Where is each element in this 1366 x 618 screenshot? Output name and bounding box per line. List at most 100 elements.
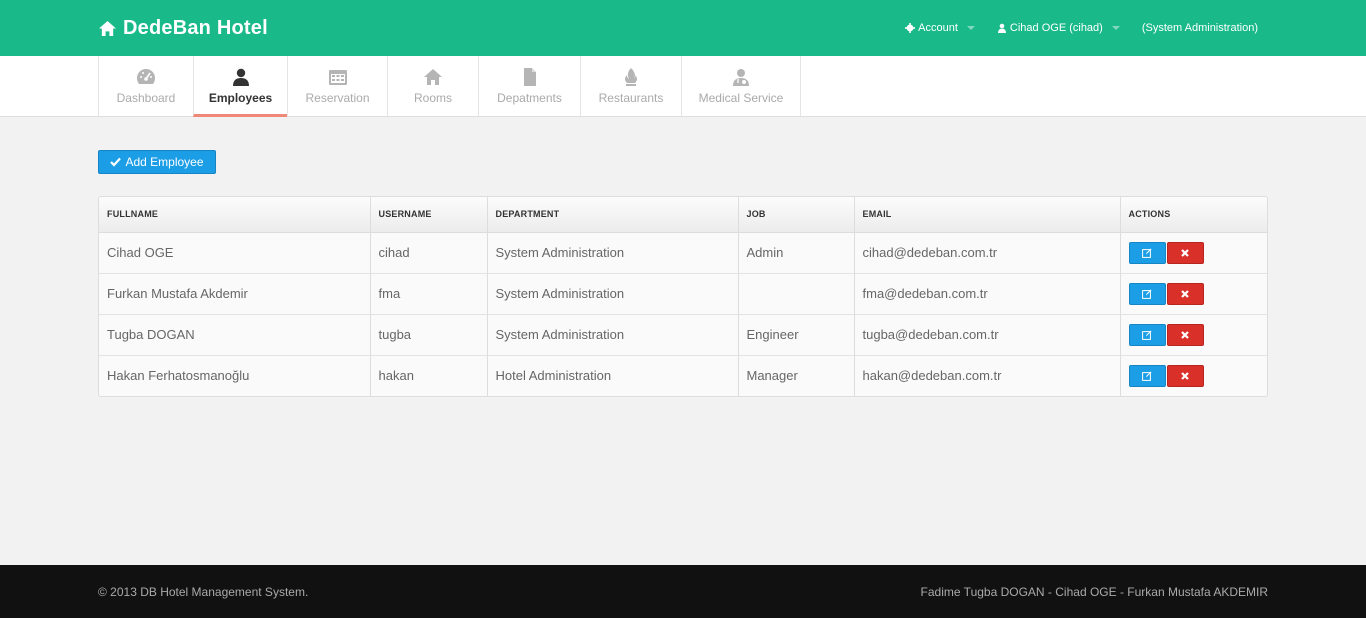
edit-icon <box>1142 371 1152 381</box>
cell-fullname: Tugba DOGAN <box>99 313 370 355</box>
user-menu-label: Cihad OGE (cihad) <box>1009 22 1103 34</box>
delete-button[interactable] <box>1166 241 1204 264</box>
chevron-down-icon <box>1111 26 1120 30</box>
row-actions <box>1128 241 1268 264</box>
tab-departments[interactable]: Depatments <box>478 56 580 117</box>
role-text: (System Administration) <box>1141 22 1258 34</box>
add-employee-button[interactable]: Add Employee <box>98 150 216 174</box>
account-menu[interactable]: Account <box>905 22 975 34</box>
employees-table: FULLNAME USERNAME DEPARTMENT JOB EMAIL A… <box>98 196 1268 397</box>
edit-icon <box>1142 330 1152 340</box>
tab-label: Reservation <box>305 91 370 105</box>
footer-authors: Fadime Tugba DOGAN - Cihad OGE - Furkan … <box>920 585 1268 599</box>
gear-icon <box>905 23 916 33</box>
tab-medical-service[interactable]: Medical Service <box>681 56 801 117</box>
delete-button[interactable] <box>1166 323 1204 346</box>
tab-rooms[interactable]: Rooms <box>387 56 478 117</box>
column-header-department: DEPARTMENT <box>486 197 738 233</box>
close-icon <box>1181 371 1189 380</box>
cell-department: System Administration <box>486 272 738 314</box>
cell-fullname: Furkan Mustafa Akdemir <box>99 272 370 314</box>
table-row: Hakan Ferhatosmanoğlu hakan Hotel Admini… <box>99 354 1268 396</box>
tab-label: Employees <box>208 91 273 105</box>
close-icon <box>1181 289 1189 298</box>
tab-label: Rooms <box>413 91 452 105</box>
file-icon <box>523 68 536 86</box>
top-navbar: DedeBan Hotel Account Cihad OGE (cihad) … <box>0 0 1366 56</box>
page-footer: © 2013 DB Hotel Management System. Fadim… <box>0 565 1366 618</box>
cell-actions <box>1119 354 1268 396</box>
user-menu[interactable]: Cihad OGE (cihad) <box>997 22 1120 34</box>
column-header-email: EMAIL <box>853 197 1120 233</box>
edit-icon <box>1142 248 1152 258</box>
cell-job: Admin <box>737 232 854 273</box>
brand-title: DedeBan Hotel <box>123 16 268 39</box>
cell-job <box>737 272 854 314</box>
column-header-username: USERNAME <box>369 197 487 233</box>
edit-button[interactable] <box>1128 282 1166 305</box>
top-nav-menu: Account Cihad OGE (cihad) (System Admini… <box>905 19 1258 37</box>
cell-department: System Administration <box>486 232 738 273</box>
row-actions <box>1128 364 1268 387</box>
chevron-down-icon <box>966 26 975 30</box>
tab-employees[interactable]: Employees <box>193 56 287 117</box>
cell-email: fma@dedeban.com.tr <box>853 272 1120 314</box>
cell-fullname: Cihad OGE <box>107 245 174 260</box>
column-header-fullname: FULLNAME <box>99 197 370 233</box>
cell-email: tugba@dedeban.com.tr <box>853 313 1120 355</box>
table-row: Cihad OGE cihad System Administration Ad… <box>99 232 1267 273</box>
delete-button[interactable] <box>1166 364 1204 387</box>
cell-actions <box>1119 232 1268 273</box>
cell-username: fma <box>369 272 487 314</box>
cell-actions <box>1119 313 1268 355</box>
table-row: Tugba DOGAN tugba System Administration … <box>99 313 1268 355</box>
cell-department: System Administration <box>486 313 738 355</box>
row-actions <box>1128 323 1268 346</box>
fire-icon <box>625 68 637 86</box>
delete-button[interactable] <box>1166 282 1204 305</box>
tab-dashboard[interactable]: Dashboard <box>98 56 193 117</box>
cell-email: hakan@dedeban.com.tr <box>853 354 1120 396</box>
edit-button[interactable] <box>1128 364 1166 387</box>
cell-actions <box>1119 272 1268 314</box>
add-employee-label: Add Employee <box>125 155 204 169</box>
row-actions <box>1128 282 1268 305</box>
column-header-actions: ACTIONS <box>1119 197 1267 233</box>
role-label: (System Administration) <box>1142 22 1258 34</box>
cell-username: cihad <box>369 232 487 273</box>
close-icon <box>1181 330 1189 339</box>
account-menu-label: Account <box>918 22 958 34</box>
home-icon <box>99 20 116 36</box>
main-tab-bar: Dashboard Employees Reservation Rooms De… <box>0 56 1366 117</box>
cell-email: cihad@dedeban.com.tr <box>853 232 1120 273</box>
tab-label: Depatments <box>497 91 562 105</box>
tab-label: Restaurants <box>598 91 664 105</box>
close-icon <box>1181 248 1189 257</box>
home-icon <box>424 69 442 85</box>
edit-button[interactable] <box>1128 241 1166 264</box>
tab-label: Dashboard <box>116 91 176 105</box>
brand-link[interactable]: DedeBan Hotel <box>98 15 268 41</box>
cell-job: Manager <box>737 354 854 396</box>
calendar-icon <box>328 70 347 85</box>
cell-fullname: Hakan Ferhatosmanoğlu <box>99 354 370 396</box>
column-header-job: JOB <box>737 197 854 233</box>
footer-copyright: © 2013 DB Hotel Management System. <box>98 585 309 599</box>
table-row: Furkan Mustafa Akdemir fma System Admini… <box>99 272 1268 314</box>
tab-label: Medical Service <box>698 91 784 105</box>
tab-restaurants[interactable]: Restaurants <box>580 56 681 117</box>
user-icon <box>232 68 249 86</box>
dashboard-icon <box>136 69 156 84</box>
doctor-icon <box>733 69 749 86</box>
check-icon <box>110 157 122 167</box>
user-icon <box>997 23 1006 33</box>
edit-icon <box>1142 289 1152 299</box>
cell-username: tugba <box>369 313 487 355</box>
cell-job: Engineer <box>737 313 854 355</box>
cell-username: hakan <box>369 354 487 396</box>
tab-reservation[interactable]: Reservation <box>287 56 387 117</box>
table-header-row: FULLNAME USERNAME DEPARTMENT JOB EMAIL A… <box>99 197 1267 233</box>
tab-list: Dashboard Employees Reservation Rooms De… <box>98 56 801 117</box>
cell-department: Hotel Administration <box>486 354 738 396</box>
edit-button[interactable] <box>1128 323 1166 346</box>
